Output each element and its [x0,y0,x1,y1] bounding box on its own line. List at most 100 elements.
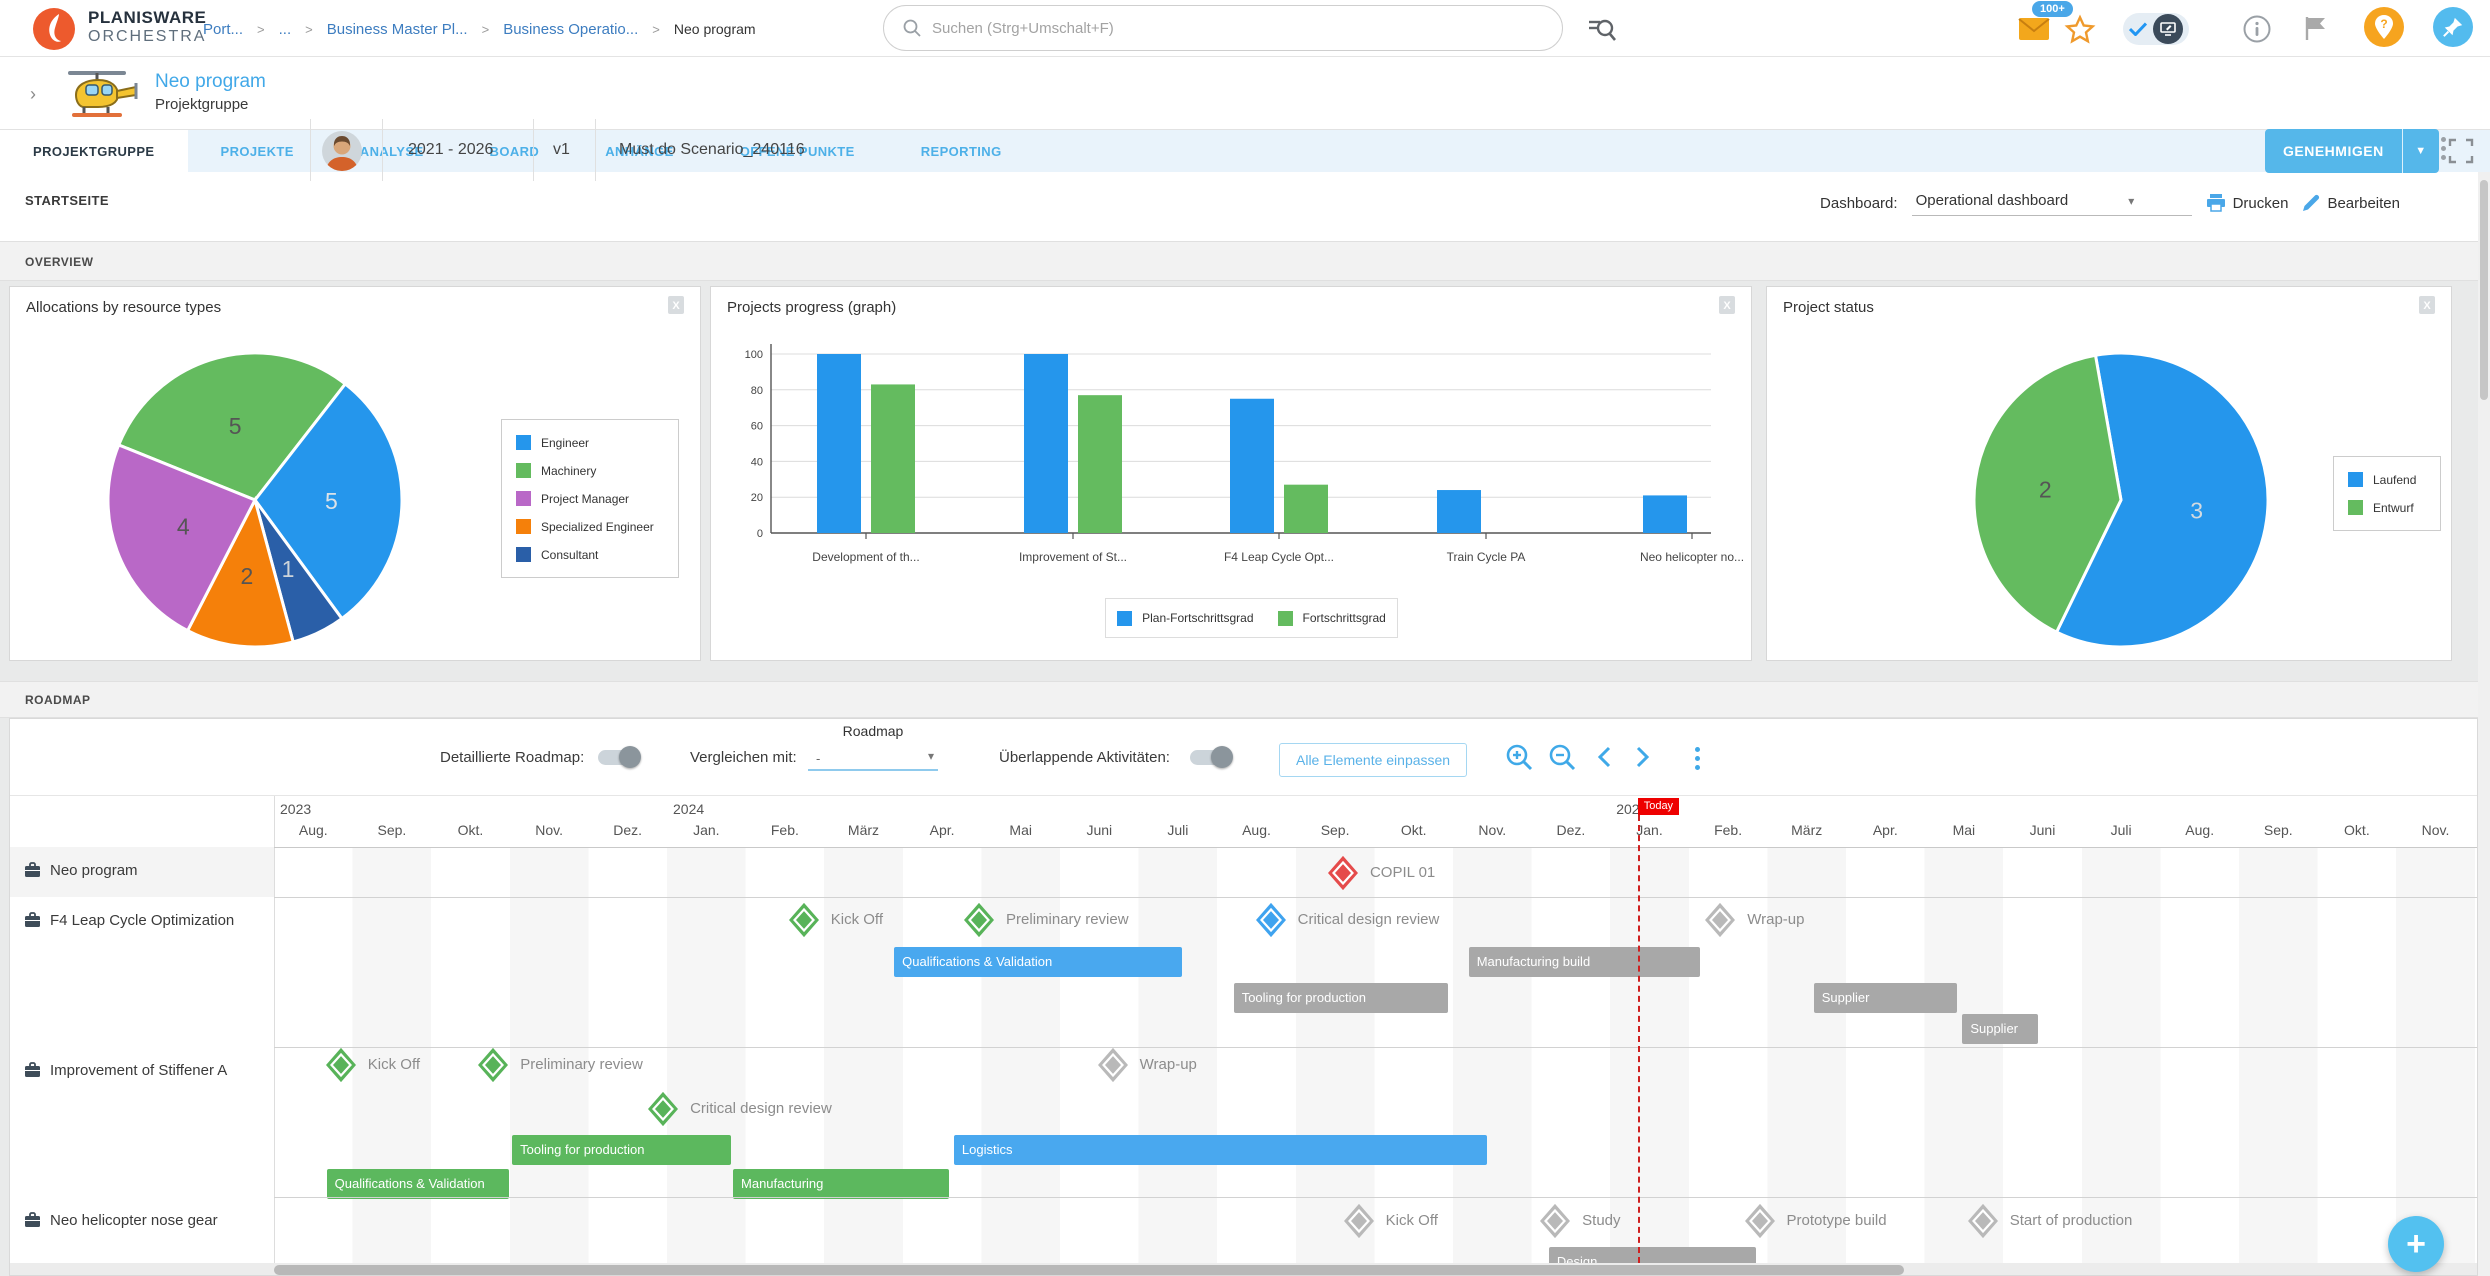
milestone-wrap-up[interactable] [1705,903,1735,937]
progress-legend: Plan-Fortschrittsgrad Fortschrittsgrad [1105,598,1398,638]
gantt-bar-manufacturing[interactable]: Manufacturing [733,1169,949,1199]
edit-dashboard-button[interactable]: Bearbeiten [2302,194,2400,212]
milestone-kick-off[interactable] [1344,1204,1374,1238]
info-icon[interactable] [2243,15,2271,43]
owner-avatar[interactable] [322,131,362,171]
export-excel-icon[interactable]: X [2417,295,2437,315]
dashboard-select[interactable]: Operational dashboard ▾ [1912,190,2192,216]
milestone-prototype-build[interactable] [1745,1204,1775,1238]
bar-plan[interactable] [1437,490,1481,533]
milestone-kick-off[interactable] [789,903,819,937]
tab-projektgruppe[interactable]: PROJEKTGRUPPE [0,130,188,172]
gantt-row-label[interactable]: Improvement of Stiffener A [10,1047,274,1197]
horizontal-scrollbar-thumb[interactable] [274,1265,1904,1275]
advanced-search-icon[interactable] [1588,16,1616,42]
legend-swatch [516,435,531,450]
bar-actual[interactable] [871,384,915,533]
vertical-scrollbar-thumb[interactable] [2480,180,2488,400]
milestone-critical-design-review[interactable] [1256,903,1286,937]
bar-actual[interactable] [1284,485,1328,533]
milestone-preliminary-review[interactable] [478,1048,508,1082]
y-tick-label: 20 [751,492,763,504]
milestone-start-of-production[interactable] [1968,1204,1998,1238]
breadcrumb-link[interactable]: ... [279,21,292,38]
pin-icon[interactable] [2433,7,2473,47]
compare-select-value: - [816,751,820,766]
approve-split-button[interactable]: GENEHMIGEN ▼ [2265,129,2439,173]
milestone-label: Wrap-up [1140,1056,1197,1073]
milestone-kick-off[interactable] [326,1048,356,1082]
flag-icon[interactable] [2303,15,2329,41]
legend-label: Fortschrittsgrad [1303,611,1386,625]
mail-icon[interactable] [2018,17,2050,41]
x-category-label: Improvement of St... [1019,550,1127,564]
tab-reporting[interactable]: REPORTING [888,130,1035,172]
horizontal-scrollbar[interactable] [10,1263,2478,1276]
gantt-bar-qualifications-validation[interactable]: Qualifications & Validation [894,947,1182,977]
milestone-study[interactable] [1540,1204,1570,1238]
timeline-month-label: Jan. [1610,822,1689,838]
approve-dropdown-arrow[interactable]: ▼ [2403,129,2439,173]
svg-text:X: X [672,300,680,312]
roadmap-more-menu[interactable] [1695,747,1700,770]
fullscreen-icon[interactable] [2448,138,2474,164]
legend-item: Plan-Fortschrittsgrad [1117,611,1253,626]
overlapping-activities-toggle[interactable] [1190,750,1230,765]
program-title[interactable]: Neo program [155,71,266,93]
milestone-copil-01[interactable] [1328,856,1358,890]
progress-bar-chart: 020406080100Development of th...Improvem… [711,317,1753,607]
scroll-right-icon[interactable] [1630,743,1660,773]
bar-plan[interactable] [1230,399,1274,533]
gantt-bar-manufacturing-build[interactable]: Manufacturing build [1469,947,1700,977]
gantt-bar-qualifications-validation[interactable]: Qualifications & Validation [327,1169,509,1199]
tab-projekte[interactable]: PROJEKTE [188,130,327,172]
milestone-preliminary-review[interactable] [964,903,994,937]
program-header-bar: › Neo program Projektgruppe [0,57,2490,130]
fit-all-button[interactable]: Alle Elemente einpassen [1279,743,1467,777]
detailed-roadmap-toggle[interactable] [598,750,638,765]
approve-button[interactable]: GENEHMIGEN [2265,129,2403,173]
print-button[interactable]: Drucken [2206,194,2289,212]
compare-with-select[interactable]: Roadmap - ▾ [808,745,938,771]
timeline-month-label: Sep. [1296,822,1375,838]
validation-mode-toggle[interactable] [2123,13,2189,45]
gantt-bar-logistics[interactable]: Logistics [954,1135,1487,1165]
scroll-left-icon[interactable] [1593,743,1623,773]
zoom-in-icon[interactable] [1505,743,1535,773]
gantt-bar-tooling-for-production[interactable]: Tooling for production [512,1135,731,1165]
zoom-out-icon[interactable] [1548,743,1578,773]
milestone-critical-design-review[interactable] [648,1092,678,1126]
timeline-month-label: Sep. [353,822,432,838]
program-more-menu[interactable] [2441,137,2446,160]
gantt-row-label[interactable]: F4 Leap Cycle Optimization [10,897,274,1047]
timeline-month-label: Juli [1139,822,1218,838]
bar-plan[interactable] [1024,354,1068,533]
breadcrumb-link[interactable]: Port... [203,21,243,38]
expand-chevron-icon[interactable]: › [30,84,36,105]
bar-plan[interactable] [1643,495,1687,533]
favorites-star-icon[interactable] [2064,14,2096,46]
gantt-bar-tooling-for-production[interactable]: Tooling for production [1234,983,1449,1013]
timeline-month-label: Juli [2082,822,2161,838]
breadcrumb-link[interactable]: Business Operatio... [503,21,638,38]
search-bar[interactable] [883,5,1563,51]
search-input[interactable] [932,20,1544,37]
breadcrumb-link[interactable]: Business Master Pl... [327,21,468,38]
breadcrumb-separator: > [257,22,265,37]
help-location-icon[interactable]: ? [2364,7,2404,47]
bar-actual[interactable] [1078,395,1122,533]
program-helicopter-icon [62,65,144,123]
gantt-bar-supplier[interactable]: Supplier [1962,1014,2037,1044]
gantt-row-label[interactable]: Neo program [10,847,274,897]
legend-swatch [2348,500,2363,515]
export-excel-icon[interactable]: X [666,295,686,315]
planisware-logo-icon[interactable] [32,7,76,51]
export-excel-icon[interactable]: X [1717,295,1737,315]
add-button[interactable]: + [2388,1216,2444,1272]
x-category-label: Train Cycle PA [1447,550,1526,564]
gantt-bar-supplier[interactable]: Supplier [1814,983,1957,1013]
vertical-scrollbar[interactable] [2478,172,2490,1276]
milestone-wrap-up[interactable] [1098,1048,1128,1082]
timeline-year-label: 2023 [280,801,311,817]
bar-plan[interactable] [817,354,861,533]
